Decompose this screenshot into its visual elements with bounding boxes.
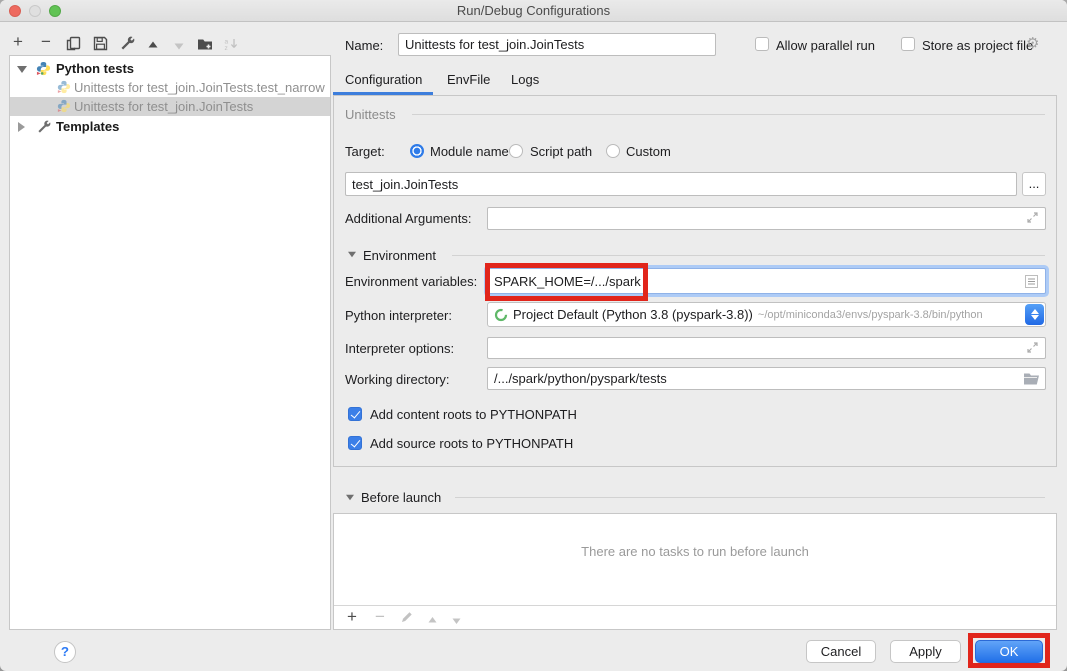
browse-variables-icon[interactable] xyxy=(1024,274,1039,292)
environment-variables-input[interactable] xyxy=(487,268,1046,294)
titlebar: Run/Debug Configurations xyxy=(0,0,1067,22)
templates-wrench-icon xyxy=(37,120,51,136)
create-folder-icon[interactable] xyxy=(195,35,215,53)
ok-button[interactable]: OK xyxy=(975,640,1043,663)
name-input[interactable] xyxy=(398,33,716,56)
store-as-project-file-label: Store as project file xyxy=(922,38,1033,53)
before-launch-label: Before launch xyxy=(361,490,441,505)
python-tests-icon xyxy=(36,61,51,78)
tab-logs[interactable]: Logs xyxy=(511,68,539,92)
working-directory-label: Working directory: xyxy=(345,372,450,387)
gear-icon[interactable]: ⚙ xyxy=(1026,36,1039,52)
expand-field-icon[interactable] xyxy=(1026,211,1039,227)
browse-module-button[interactable]: ... xyxy=(1022,172,1046,196)
name-label: Name: xyxy=(345,38,383,53)
target-custom-label: Custom xyxy=(626,144,671,159)
python-test-icon xyxy=(57,80,71,97)
folder-browse-icon[interactable] xyxy=(1023,372,1040,388)
move-task-down-icon[interactable] xyxy=(446,613,466,631)
tree-item-test-narrow[interactable]: Unittests for test_join.JoinTests.test_n… xyxy=(10,78,330,97)
collapse-arrow-icon[interactable] xyxy=(17,66,27,73)
edit-task-icon[interactable] xyxy=(396,611,416,629)
before-launch-line xyxy=(455,497,1045,498)
python-interpreter-value: Project Default (Python 3.8 (pyspark-3.8… xyxy=(513,307,753,322)
module-name-input[interactable] xyxy=(345,172,1017,196)
environment-variables-label: Environment variables: xyxy=(345,274,477,289)
environment-group-label: Environment xyxy=(363,248,436,263)
working-directory-input[interactable] xyxy=(487,367,1046,390)
python-interpreter-select[interactable]: Project Default (Python 3.8 (pyspark-3.8… xyxy=(487,302,1046,327)
environment-group-line xyxy=(452,255,1045,256)
conda-env-icon xyxy=(494,308,508,322)
move-up-icon[interactable] xyxy=(143,37,163,55)
interpreter-options-label: Interpreter options: xyxy=(345,341,454,356)
remove-configuration-icon[interactable]: − xyxy=(36,34,56,52)
help-button[interactable]: ? xyxy=(54,641,76,663)
copy-configuration-icon[interactable] xyxy=(63,35,83,53)
apply-button[interactable]: Apply xyxy=(890,640,961,663)
tree-item-jointests-selected[interactable]: Unittests for test_join.JoinTests xyxy=(10,97,330,116)
target-script-path-radio[interactable] xyxy=(509,144,523,158)
expand-arrow-icon[interactable] xyxy=(18,122,25,132)
remove-task-icon[interactable]: − xyxy=(370,609,390,627)
add-task-icon[interactable]: + xyxy=(342,609,362,627)
configurations-tree-panel: Python tests Unittests for test_join.Joi… xyxy=(9,55,331,630)
expand-field-icon[interactable] xyxy=(1026,341,1039,357)
target-custom-radio[interactable] xyxy=(606,144,620,158)
add-content-roots-label: Add content roots to PYTHONPATH xyxy=(370,407,577,422)
cancel-button[interactable]: Cancel xyxy=(806,640,876,663)
configurations-toolbar: + − az xyxy=(0,32,330,54)
tree-item-templates[interactable]: Templates xyxy=(10,117,330,136)
add-configuration-icon[interactable]: + xyxy=(8,34,28,52)
target-module-name-label: Module name xyxy=(430,144,509,159)
window-title: Run/Debug Configurations xyxy=(0,3,1067,18)
edit-templates-icon[interactable] xyxy=(117,35,137,53)
additional-arguments-input[interactable] xyxy=(487,207,1046,230)
svg-text:z: z xyxy=(225,45,228,51)
add-content-roots-checkbox[interactable] xyxy=(348,407,362,421)
tree-item-label: Unittests for test_join.JoinTests xyxy=(74,97,253,116)
python-test-icon xyxy=(57,99,71,116)
before-launch-toolbar: + − xyxy=(334,605,1056,629)
store-as-project-file-checkbox[interactable] xyxy=(901,37,915,51)
unittests-group-label: Unittests xyxy=(345,107,396,122)
run-debug-configurations-dialog: Run/Debug Configurations + − az xyxy=(0,0,1067,671)
move-down-icon[interactable] xyxy=(169,37,189,55)
interpreter-options-input[interactable] xyxy=(487,337,1046,359)
python-interpreter-label: Python interpreter: xyxy=(345,308,452,323)
tab-envfile[interactable]: EnvFile xyxy=(447,68,490,92)
add-source-roots-label: Add source roots to PYTHONPATH xyxy=(370,436,573,451)
allow-parallel-run-label: Allow parallel run xyxy=(776,38,875,53)
python-interpreter-path: ~/opt/miniconda3/envs/pyspark-3.8/bin/py… xyxy=(758,309,1041,321)
environment-collapse-icon[interactable] xyxy=(348,252,356,258)
save-configuration-icon[interactable] xyxy=(90,35,110,53)
sort-configurations-icon[interactable]: az xyxy=(221,35,241,53)
add-source-roots-checkbox[interactable] xyxy=(348,436,362,450)
interpreter-dropdown-stepper[interactable] xyxy=(1025,304,1044,325)
tree-item-python-tests[interactable]: Python tests xyxy=(10,59,330,78)
unittests-group-line xyxy=(412,114,1045,115)
target-script-path-label: Script path xyxy=(530,144,592,159)
before-launch-collapse-icon[interactable] xyxy=(346,495,354,501)
before-launch-panel: There are no tasks to run before launch … xyxy=(333,513,1057,630)
tree-item-label: Python tests xyxy=(56,59,134,78)
tab-configuration[interactable]: Configuration xyxy=(345,68,422,92)
allow-parallel-run-checkbox[interactable] xyxy=(755,37,769,51)
tree-item-label: Templates xyxy=(56,117,119,136)
tree-item-label: Unittests for test_join.JoinTests.test_n… xyxy=(74,78,325,97)
additional-arguments-label: Additional Arguments: xyxy=(345,211,471,226)
target-module-name-radio[interactable] xyxy=(410,144,424,158)
target-label: Target: xyxy=(345,144,385,159)
move-task-up-icon[interactable] xyxy=(422,613,442,631)
before-launch-empty-message: There are no tasks to run before launch xyxy=(334,544,1056,559)
